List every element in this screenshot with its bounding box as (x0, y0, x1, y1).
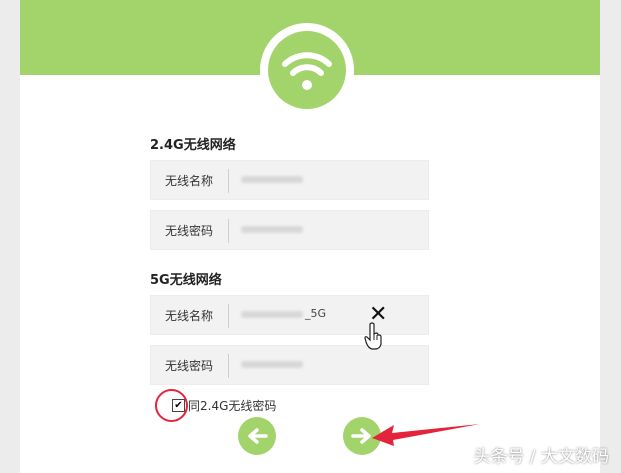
password-24g-field[interactable]: 无线密码 (150, 210, 429, 250)
wifi-icon (268, 31, 346, 109)
redacted-text (241, 360, 303, 368)
field-divider (228, 354, 229, 378)
redacted-text (241, 225, 303, 233)
wifi-logo (260, 23, 354, 117)
ssid-24g-value[interactable] (241, 172, 305, 185)
ssid-24g-label: 无线名称 (165, 174, 214, 188)
annotation-circle (155, 389, 188, 422)
password-5g-field[interactable]: 无线密码 (150, 345, 429, 385)
back-button[interactable] (238, 417, 276, 455)
ssid-24g-field[interactable]: 无线名称 (150, 160, 429, 200)
password-24g-value[interactable] (241, 222, 305, 235)
section-title-5g: 5G无线网络 (150, 273, 222, 288)
password-24g-label: 无线密码 (165, 224, 214, 238)
password-5g-value[interactable] (241, 357, 305, 370)
arrow-left-icon (248, 428, 268, 444)
field-divider (228, 304, 229, 328)
redacted-text (241, 175, 303, 183)
password-5g-label: 无线密码 (165, 359, 214, 373)
ssid-5g-field[interactable]: 无线名称 _5G ✕ (150, 295, 429, 335)
ssid-5g-value[interactable]: _5G (241, 307, 326, 320)
same-password-label: 同2.4G无线密码 (188, 399, 277, 413)
ssid-5g-label: 无线名称 (165, 309, 214, 323)
redacted-text (241, 310, 303, 318)
hand-cursor-icon (364, 322, 382, 350)
arrow-right-icon (351, 428, 371, 444)
field-divider (228, 169, 229, 193)
watermark: 头条号 / 大文数码 (473, 447, 609, 467)
section-title-24g: 2.4G无线网络 (150, 138, 236, 153)
field-divider (228, 219, 229, 243)
annotation-arrow (372, 424, 480, 446)
